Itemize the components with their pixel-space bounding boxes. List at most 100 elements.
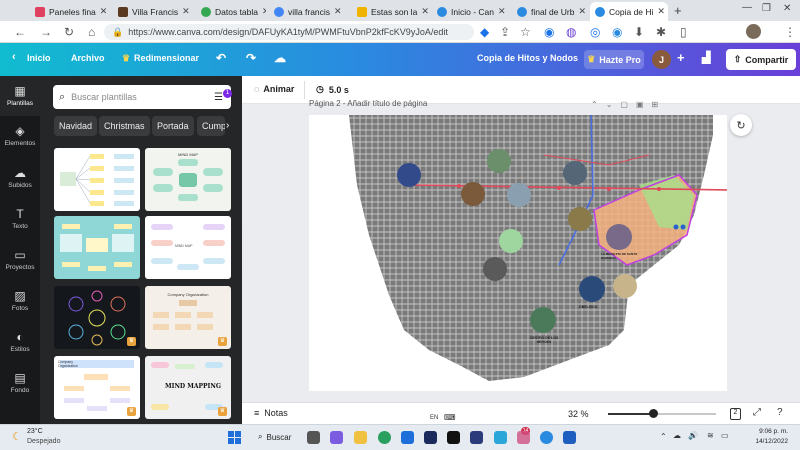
- keyboard-icon[interactable]: ⌨: [444, 413, 456, 422]
- bookmark-icon[interactable]: ☆: [520, 25, 531, 39]
- rail-item-fotos[interactable]: ▨ Fotos: [0, 289, 40, 312]
- extensions-puzzle-icon[interactable]: ✱: [656, 25, 666, 39]
- browser-tab[interactable]: Datos tabla ✕: [196, 2, 266, 21]
- battery-icon[interactable]: ▭: [721, 431, 729, 440]
- browser-tab[interactable]: Villa Francis ✕: [113, 2, 193, 21]
- teams-icon[interactable]: [330, 431, 343, 444]
- design-page[interactable]: OBELISCO CENTRO DE LOS HEROES LA MEZQUIT…: [309, 114, 730, 391]
- close-icon[interactable]: ✕: [334, 6, 342, 17]
- file-menu[interactable]: Archivo: [71, 53, 105, 63]
- animate-button[interactable]: ◌ Animar: [254, 84, 294, 94]
- menu-icon[interactable]: ⋮: [784, 25, 796, 39]
- zoom-slider[interactable]: [608, 409, 716, 418]
- browser-tab[interactable]: Estas son la ✕: [352, 2, 430, 21]
- language-indicator[interactable]: EN: [430, 415, 438, 421]
- close-icon[interactable]: ✕: [421, 6, 429, 17]
- download-icon[interactable]: ⬇: [634, 25, 644, 39]
- close-icon[interactable]: ✕: [498, 6, 506, 17]
- duration-button[interactable]: ◷ 5.0 s: [316, 84, 349, 95]
- template-card[interactable]: ♛: [54, 286, 140, 349]
- word-icon[interactable]: [401, 431, 414, 444]
- reload-icon[interactable]: ↻: [64, 25, 74, 39]
- close-icon[interactable]: ✕: [262, 6, 266, 17]
- template-card[interactable]: Company Organization ♛: [54, 356, 140, 419]
- search-templates-input[interactable]: ⌕ Buscar plantillas ☰: [53, 85, 231, 109]
- extension-icon[interactable]: ◉: [612, 25, 622, 39]
- template-card[interactable]: Company Organization ♛: [145, 286, 231, 349]
- app-icon[interactable]: [517, 431, 530, 444]
- redo-icon[interactable]: ↷: [246, 51, 256, 65]
- back-icon[interactable]: ←: [14, 25, 26, 39]
- rail-item-texto[interactable]: T Texto: [0, 207, 40, 230]
- close-icon[interactable]: ✕: [182, 6, 190, 17]
- extension-icon[interactable]: ◆: [480, 25, 489, 39]
- windows-start-icon[interactable]: [228, 431, 241, 444]
- rail-item-plantillas[interactable]: ▦ Plantillas: [0, 76, 40, 116]
- clock-date[interactable]: 14/12/2022: [744, 438, 788, 445]
- rail-item-elementos[interactable]: ◈ Elementos: [0, 124, 40, 147]
- template-card[interactable]: MIND MAP: [145, 216, 231, 279]
- browser-tab[interactable]: Paneles fina ✕: [30, 2, 110, 21]
- chrome-icon[interactable]: [378, 431, 391, 444]
- extension-icon[interactable]: ◍: [566, 25, 576, 39]
- close-icon[interactable]: ✕: [100, 6, 108, 17]
- chevron-right-icon[interactable]: ›: [226, 120, 229, 131]
- edge-icon[interactable]: [540, 431, 553, 444]
- taskbar-search[interactable]: ⌕ Buscar: [258, 432, 291, 442]
- hazte-pro-button[interactable]: ♛ Hazte Pro: [584, 50, 644, 69]
- rail-item-proyectos[interactable]: ▭ Proyectos: [0, 248, 40, 271]
- photoshop-icon[interactable]: [424, 431, 437, 444]
- clock-time[interactable]: 9:06 p. m.: [744, 428, 788, 435]
- new-tab-icon[interactable]: +: [674, 3, 682, 18]
- weather-icon[interactable]: ☾: [12, 430, 22, 443]
- zoom-value[interactable]: 32 %: [568, 409, 589, 419]
- weather-desc[interactable]: Despejado: [27, 438, 60, 445]
- profile-avatar[interactable]: [746, 24, 761, 39]
- page-title[interactable]: Página 2 - Añadir título de página: [309, 99, 427, 108]
- home-link[interactable]: Inicio: [27, 53, 51, 63]
- notes-button[interactable]: ≡ Notas: [254, 408, 288, 418]
- share-page-icon[interactable]: ⇪: [500, 25, 510, 39]
- app-icon[interactable]: [563, 431, 576, 444]
- template-card[interactable]: MIND MAP: [145, 148, 231, 211]
- close-icon[interactable]: ✕: [578, 6, 586, 17]
- wifi-icon[interactable]: ≋: [707, 431, 714, 440]
- rail-item-subidos[interactable]: ☁ Subidos: [0, 166, 40, 189]
- add-collaborator-icon[interactable]: +: [677, 50, 685, 65]
- fullscreen-icon[interactable]: ⤢: [753, 407, 761, 418]
- undo-icon[interactable]: ↶: [216, 51, 226, 65]
- avatar[interactable]: J: [652, 50, 671, 69]
- chip-christmas[interactable]: Christmas: [99, 116, 150, 136]
- netflix-icon[interactable]: [447, 431, 460, 444]
- template-card[interactable]: [54, 216, 140, 279]
- maximize-icon[interactable]: ❐: [762, 3, 771, 14]
- filter-icon[interactable]: ☰: [214, 92, 223, 103]
- help-icon[interactable]: ?: [777, 407, 783, 418]
- url-input[interactable]: 🔒 https://www.canva.com/design/DAFUyKA1ty…: [104, 24, 474, 40]
- document-title[interactable]: Copia de Hitos y Nodos: [477, 53, 578, 63]
- app-icon[interactable]: [470, 431, 483, 444]
- rail-item-fondo[interactable]: ▤ Fondo: [0, 371, 40, 394]
- minimize-icon[interactable]: —: [742, 2, 752, 13]
- template-card[interactable]: MIND MAPPING ♛: [145, 356, 231, 419]
- close-icon[interactable]: ✕: [657, 6, 665, 17]
- refresh-icon[interactable]: ↻: [730, 114, 752, 136]
- sidepanel-icon[interactable]: ▯: [680, 25, 687, 39]
- browser-tab[interactable]: Inicio - Can ✕: [432, 2, 509, 21]
- page-count[interactable]: 2: [730, 408, 741, 420]
- analytics-icon[interactable]: ▟: [702, 51, 710, 64]
- speaker-icon[interactable]: 🔊: [688, 431, 698, 440]
- home-icon[interactable]: ⌂: [88, 25, 95, 39]
- extension-icon[interactable]: ◉: [544, 25, 554, 39]
- chevron-left-icon[interactable]: ‹: [12, 51, 16, 63]
- weather-temp[interactable]: 23°C: [27, 428, 43, 435]
- share-button[interactable]: ⇧ Compartir: [726, 49, 796, 70]
- app-icon[interactable]: [494, 431, 507, 444]
- browser-tab-active[interactable]: Copia de Hi ✕: [590, 2, 668, 21]
- task-view-icon[interactable]: [307, 431, 320, 444]
- file-explorer-icon[interactable]: [354, 431, 367, 444]
- extension-icon[interactable]: ◎: [590, 25, 600, 39]
- template-card[interactable]: [54, 148, 140, 211]
- resize-button[interactable]: Redimensionar: [134, 53, 199, 63]
- chip-portada[interactable]: Portada: [152, 116, 194, 136]
